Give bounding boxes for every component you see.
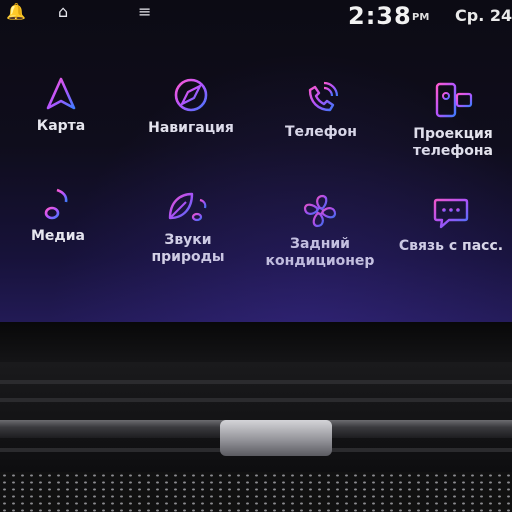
vent-adjust-knob[interactable] — [220, 420, 332, 456]
app-tile-phone[interactable]: Телефон — [257, 80, 385, 141]
map-arrow-icon — [46, 77, 76, 110]
app-tile-passenger-talk[interactable]: Связь с пасс. — [387, 196, 512, 255]
app-label-phone: Телефон — [285, 124, 357, 140]
infotainment-screen: 🔔 ⌂ ≡ 2:38 PM Ср. 24 Карта Навигация Тел… — [0, 0, 512, 322]
notification-bell-icon[interactable]: 🔔 — [6, 2, 26, 22]
date-label: Ср. 24 — [455, 6, 512, 25]
speaker-grille — [0, 472, 512, 512]
phone-projection-icon — [435, 82, 473, 118]
vent-slat — [0, 398, 512, 402]
app-label-phone-projection: Проекция телефона — [413, 126, 493, 159]
home-icon[interactable]: ⌂ — [58, 2, 68, 22]
app-label-rear-climate: Задний кондиционер — [265, 236, 375, 269]
app-tile-rear-climate[interactable]: Задний кондиционер — [256, 192, 384, 270]
clock-time: 2:38 — [348, 2, 412, 30]
compass-icon — [174, 78, 208, 112]
clock-ampm: PM — [412, 12, 430, 23]
chat-icon — [433, 198, 469, 229]
app-tile-nature-sounds[interactable]: Звуки природы — [124, 190, 252, 266]
app-label-navigation: Навигация — [148, 120, 234, 136]
fan-icon — [303, 194, 337, 228]
app-label-map: Карта — [36, 118, 86, 134]
app-tile-navigation[interactable]: Навигация — [127, 76, 255, 137]
phone-icon — [308, 81, 339, 112]
status-bar: 🔔 ⌂ ≡ 2:38 PM Ср. 24 — [0, 0, 512, 36]
app-tile-media[interactable]: Медиа — [0, 186, 122, 245]
nature-sounds-icon — [168, 192, 207, 222]
vent-slat — [0, 380, 512, 384]
app-tile-map[interactable]: Карта — [0, 76, 125, 135]
app-label-media: Медиа — [31, 228, 85, 244]
app-label-passenger-talk: Связь с пасс. — [398, 238, 504, 254]
app-tile-phone-projection[interactable]: Проекция телефона — [389, 82, 512, 160]
screen-bezel — [0, 322, 512, 362]
music-note-icon — [44, 188, 68, 220]
menu-icon[interactable]: ≡ — [138, 2, 151, 22]
app-label-nature-sounds: Звуки природы — [151, 232, 225, 265]
